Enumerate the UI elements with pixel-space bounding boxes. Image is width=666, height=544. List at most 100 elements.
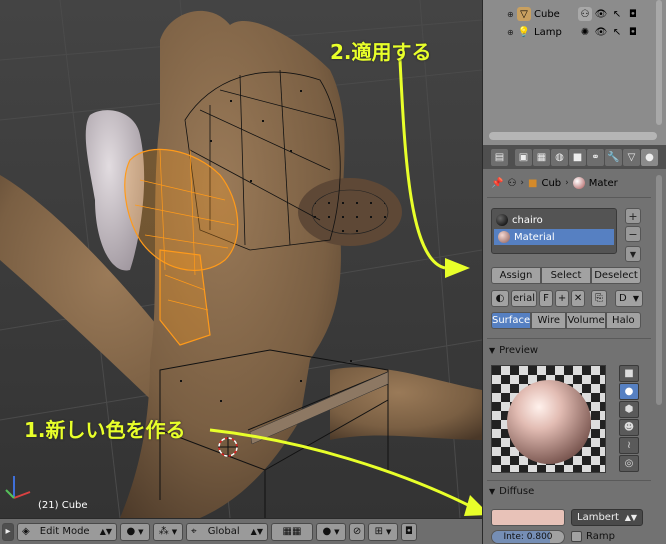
deselect-button[interactable]: Deselect — [591, 267, 641, 284]
object-info-label: (21) Cube — [38, 500, 88, 511]
preview-sky-icon[interactable]: ◎ — [619, 455, 639, 472]
remove-slot-button[interactable]: − — [625, 226, 641, 242]
divider — [487, 338, 651, 339]
cursor-select-icon[interactable]: ↖ — [610, 7, 624, 21]
camera-render-icon[interactable]: ◘ — [626, 7, 640, 21]
link-data-select[interactable]: D ▼ — [615, 290, 643, 307]
ramp-toggle[interactable]: Ramp — [571, 531, 615, 542]
render-tab-icon[interactable]: ▣ — [515, 148, 532, 166]
pin-icon[interactable]: 📌 — [491, 178, 503, 189]
material-browse-icon[interactable]: ◐ — [491, 290, 509, 307]
expand-icon[interactable]: ⊕ — [507, 28, 517, 37]
outliner-panel[interactable]: ⊕ ▽ Cube ⚇ 👁 ↖ ◘ ⊕ 💡 Lamp ✺ 👁 ↖ ◘ — [482, 0, 666, 145]
material-icon — [572, 177, 585, 189]
chevron-updown-icon: ▲▼ — [250, 527, 263, 536]
outliner-horizontal-scrollbar[interactable] — [489, 132, 657, 140]
material-sphere-icon — [498, 231, 510, 243]
fake-user-button[interactable]: F — [539, 290, 553, 307]
mode-select[interactable]: ◈ Edit Mode ▲▼ — [17, 522, 117, 541]
intensity-label: Inte: 0.800 — [503, 532, 553, 542]
material-slot-material[interactable]: Material — [494, 229, 614, 245]
outliner-item-lamp[interactable]: ⊕ 💡 Lamp ✺ 👁 ↖ ◘ — [483, 24, 653, 40]
render-preview-button[interactable]: ◘ — [401, 522, 417, 541]
magnet-icon: ⊘ — [352, 526, 362, 537]
mesh-triangle-icon: ▽ — [517, 7, 531, 21]
copy-material-icon[interactable]: ⎘ — [591, 290, 607, 307]
slot-menu-button[interactable]: ▼ — [625, 246, 641, 262]
properties-tabbar: ▤ ▣ ▦ ◍ ■ ⚭ 🔧 ▽ ● — [483, 145, 666, 169]
properties-scrollbar[interactable] — [656, 175, 662, 405]
layer-buttons[interactable]: ▦▦ — [271, 522, 313, 541]
divider — [487, 197, 651, 198]
outliner-item-label: Cube — [534, 8, 560, 20]
pivot-icon: ⁂ — [158, 526, 169, 537]
diffuse-color-swatch[interactable] — [491, 509, 565, 526]
material-tab-icon[interactable]: ● — [641, 148, 658, 166]
expand-icon[interactable]: ⊕ — [507, 10, 517, 19]
outliner-scrollbar[interactable] — [656, 0, 662, 125]
eye-icon[interactable]: 👁 — [594, 7, 608, 21]
add-slot-button[interactable]: + — [625, 208, 641, 224]
pivot-select[interactable]: ⁂ ▼ — [153, 522, 183, 541]
material-type-tabs: Surface Wire Volume Halo — [491, 312, 641, 329]
view-type-icon[interactable]: ▤ — [491, 148, 508, 166]
material-slot-label: chairo — [512, 214, 543, 226]
edit-mode-icon: ◈ — [22, 526, 30, 537]
preview-flat-icon[interactable]: ■ — [619, 365, 639, 382]
ramp-checkbox[interactable] — [571, 531, 582, 542]
world-tab-icon[interactable]: ◍ — [551, 148, 568, 166]
modifiers-tab-icon[interactable]: 🔧 — [605, 148, 622, 166]
annotation-step-create: 1.新しい色を作る — [24, 418, 186, 442]
unlink-material-button[interactable]: ✕ — [571, 290, 585, 307]
viewport-shading-select[interactable]: ● ▼ — [120, 522, 150, 541]
object-tab-icon[interactable]: ■ — [569, 148, 586, 166]
layers-tab-icon[interactable]: ▦ — [533, 148, 550, 166]
lamp-icon: 💡 — [517, 26, 531, 38]
proportional-edit-select[interactable]: ● ▼ — [316, 522, 346, 541]
properties-panel[interactable]: ▤ ▣ ▦ ◍ ■ ⚭ 🔧 ▽ ● 📌 ⚇ › ■ Cub › Mater ch… — [482, 145, 666, 544]
select-button[interactable]: Select — [541, 267, 591, 284]
preview-monkey-icon[interactable]: ☻ — [619, 419, 639, 436]
manipulator-icon: ⌖ — [191, 526, 197, 537]
diffuse-shader-select[interactable]: Lambert ▲▼ — [571, 509, 643, 526]
material-slot-list[interactable]: chairo Material — [491, 208, 617, 254]
collapse-triangle-icon: ▼ — [489, 486, 496, 496]
layer-icon: ▦▦ — [282, 526, 302, 537]
tab-wire[interactable]: Wire — [531, 312, 567, 329]
tab-halo[interactable]: Halo — [605, 312, 641, 329]
outliner-item-cube[interactable]: ⊕ ▽ Cube ⚇ 👁 ↖ ◘ — [483, 6, 653, 22]
snap-element-select[interactable]: ⊞ ▼ — [368, 522, 398, 541]
tab-surface[interactable]: Surface — [491, 312, 532, 329]
preview-panel-header[interactable]: ▼ Preview — [489, 342, 538, 358]
material-preview — [491, 365, 606, 473]
divider — [487, 480, 651, 481]
eye-icon[interactable]: 👁 — [594, 25, 608, 39]
camera-render-icon[interactable]: ◘ — [626, 25, 640, 39]
assign-button[interactable]: Assign — [491, 267, 541, 284]
preview-hair-icon[interactable]: ≀ — [619, 437, 639, 454]
diffuse-intensity-slider[interactable]: Inte: 0.800 — [491, 530, 565, 544]
orientation-label: Global — [207, 526, 240, 537]
scene-icon: ⚇ — [507, 177, 517, 189]
tab-volume[interactable]: Volume — [566, 312, 606, 329]
snap-toggle[interactable]: ⊘ — [349, 522, 365, 541]
diffuse-panel-header[interactable]: ▼ Diffuse — [489, 483, 534, 499]
modifier-icon[interactable]: ⚇ — [578, 7, 592, 21]
material-slot-chairo[interactable]: chairo — [492, 212, 616, 228]
lamp-data-icon[interactable]: ✺ — [578, 25, 592, 39]
editor-type-icon[interactable]: ▸ — [2, 522, 14, 541]
chevron-updown-icon: ▲▼ — [99, 527, 112, 536]
material-sphere-icon — [496, 214, 508, 226]
constraints-tab-icon[interactable]: ⚭ — [587, 148, 604, 166]
outliner-item-label: Lamp — [534, 26, 562, 38]
chevron-updown-icon: ▲▼ — [624, 513, 637, 522]
new-material-button[interactable]: + — [555, 290, 569, 307]
material-name-field[interactable]: erial — [511, 290, 537, 307]
transform-orientation-select[interactable]: ⌖ Global ▲▼ — [186, 522, 268, 541]
preview-sphere-icon[interactable]: ● — [619, 383, 639, 400]
3d-viewport[interactable]: 2.適用する 1.新しい色を作る (21) Cube — [0, 0, 482, 518]
annotation-step-apply: 2.適用する — [330, 40, 432, 64]
data-tab-icon[interactable]: ▽ — [623, 148, 640, 166]
cursor-select-icon[interactable]: ↖ — [610, 25, 624, 39]
preview-cube-icon[interactable]: ⬢ — [619, 401, 639, 418]
